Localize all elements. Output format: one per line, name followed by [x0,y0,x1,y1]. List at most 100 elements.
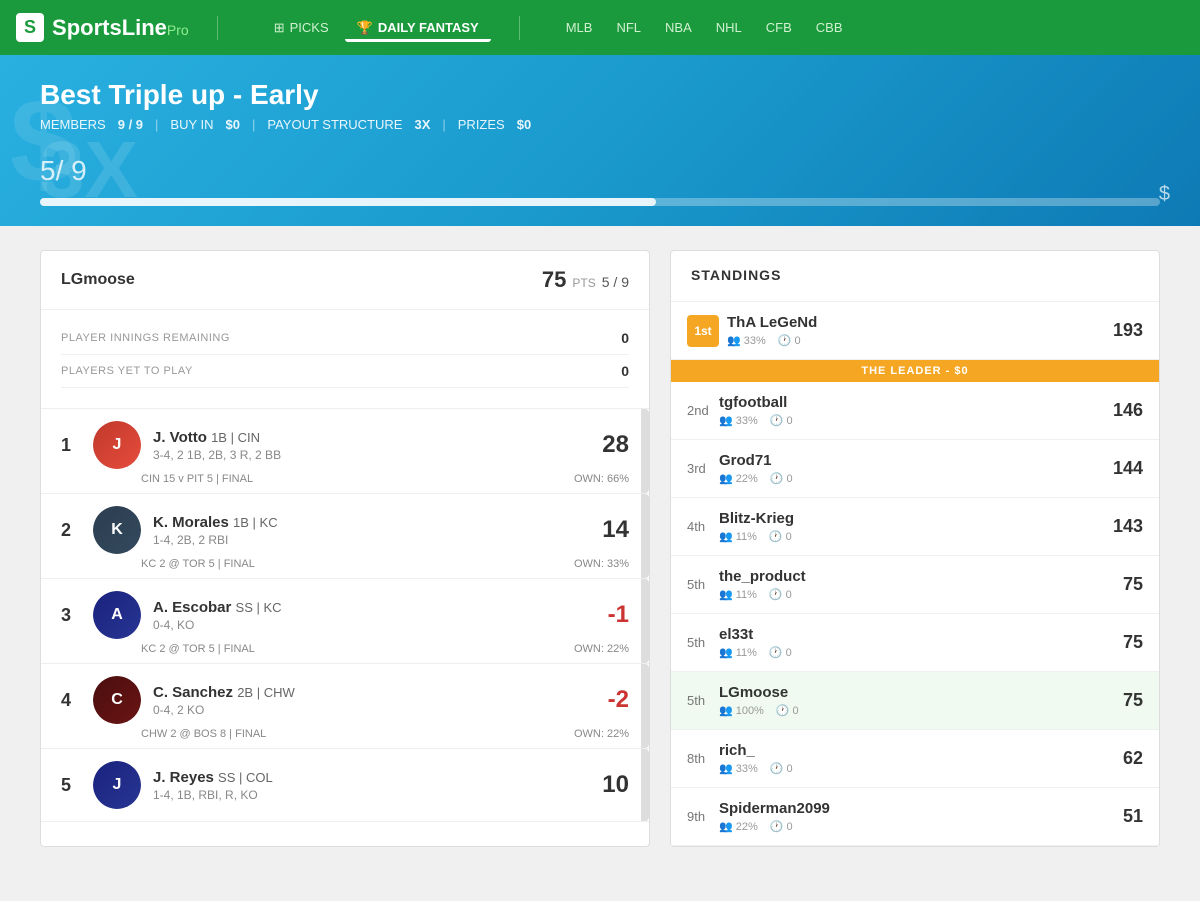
nav-picks[interactable]: ⊞ PICKS [262,14,341,42]
player-own: OWN: 22% [574,643,629,655]
player-avatar: K [93,506,141,554]
timer-item: 🕐 0 [770,414,793,427]
player-name: A. Escobar SS | KC [153,599,596,616]
side-bar [641,749,649,821]
grid-icon: ⊞ [274,20,285,36]
player-stats: 0-4, KO [153,618,596,632]
nav-cfb[interactable]: CFB [756,14,802,41]
standing-score: 193 [1113,320,1143,341]
standing-name: Blitz-Krieg [719,510,1113,527]
standing-score: 146 [1113,400,1143,421]
player-row: 5 J J. Reyes SS | COL 1-4, 1B, RBI, R, K… [41,748,649,822]
nav-mlb[interactable]: MLB [556,14,603,41]
player-number: 5 [61,775,81,796]
standing-row: 8th rich_ 👥 33% 🕐 0 62 [671,730,1159,788]
nav-cbb[interactable]: CBB [806,14,853,41]
player-own: OWN: 66% [574,473,629,485]
rank-text: 9th [687,809,719,824]
timer-item: 🕐 0 [770,762,793,775]
trophy-icon: 🏆 [357,20,373,36]
player-number: 3 [61,605,81,626]
progress-bar [40,198,1160,206]
player-info: K. Morales 1B | KC 1-4, 2B, 2 RBI [153,514,590,547]
standing-score: 62 [1123,748,1143,769]
standing-meta: 👥 11% 🕐 0 [719,588,1123,601]
nav-nhl[interactable]: NHL [706,14,752,41]
player-name: K. Morales 1B | KC [153,514,590,531]
player-avatar: C [93,676,141,724]
logo-name: SportsLinePro [52,15,189,41]
banner-meta: MEMBERS 9 / 9 | BUY IN $0 | PAYOUT STRUC… [40,117,1160,132]
clock-icon: 🕐 [776,704,790,717]
nav-nfl[interactable]: NFL [606,14,651,41]
people-icon: 👥 [719,414,733,427]
people-icon: 👥 [727,334,741,347]
clock-icon: 🕐 [770,414,784,427]
standing-row: 2nd tgfootball 👥 33% 🕐 0 146 [671,382,1159,440]
banner-title: Best Triple up - Early [40,79,1160,111]
people-icon: 👥 [719,820,733,833]
ownership-item: 👥 33% [727,334,766,347]
logo[interactable]: S SportsLinePro [16,13,189,42]
standing-score: 75 [1123,632,1143,653]
player-stats: 0-4, 2 KO [153,703,596,717]
player-game: KC 2 @ TOR 5 | FINAL [141,643,255,655]
player-number: 4 [61,690,81,711]
standing-meta: 👥 22% 🕐 0 [719,472,1113,485]
player-avatar: J [93,761,141,809]
prizes-label: PRIZES [458,117,505,132]
people-icon: 👥 [719,704,733,717]
payout-value: 3X [414,117,430,132]
standing-row: 5th el33t 👥 11% 🕐 0 75 [671,614,1159,672]
player-score: 14 [602,516,629,544]
player-number: 2 [61,520,81,541]
player-stats: 1-4, 2B, 2 RBI [153,533,590,547]
standing-row-first: 1st ThA LeGeNd 👥 33% 🕐 0 193 [671,302,1159,360]
yet-to-play-value: 0 [621,363,629,379]
player-row: 2 K K. Morales 1B | KC 1-4, 2B, 2 RBI 14… [41,493,649,578]
player-score: -2 [608,686,629,714]
rank-text: 5th [687,635,719,650]
clock-icon: 🕐 [769,530,783,543]
nav: ⊞ PICKS 🏆 DAILY FANTASY [262,14,491,42]
standing-score: 51 [1123,806,1143,827]
nav-divider [217,16,218,40]
nav-divider-2 [519,16,520,40]
player-game: CHW 2 @ BOS 8 | FINAL [141,728,266,740]
rank-badge: 1st [687,315,719,347]
player-own: OWN: 22% [574,728,629,740]
player-row: 3 A A. Escobar SS | KC 0-4, KO -1 KC 2 @… [41,578,649,663]
nav-daily-fantasy[interactable]: 🏆 DAILY FANTASY [345,14,491,42]
clock-icon: 🕐 [770,762,784,775]
panel-pts: 75 [542,267,566,293]
standing-row: 9th Spiderman2099 👥 22% 🕐 0 51 [671,788,1159,846]
panel-username: LGmoose [61,271,135,289]
panel-rank: 5 / 9 [602,274,629,290]
player-info: J. Reyes SS | COL 1-4, 1B, RBI, R, KO [153,769,590,802]
side-bar [641,409,649,493]
rank-text: 3rd [687,461,719,476]
ownership-item: 👥 100% [719,704,764,717]
timer-item: 🕐 0 [769,588,792,601]
standing-name: Spiderman2099 [719,800,1123,817]
standing-name: el33t [719,626,1123,643]
nav-nba[interactable]: NBA [655,14,702,41]
rank-text: 5th [687,577,719,592]
people-icon: 👥 [719,472,733,485]
standing-name: rich_ [719,742,1123,759]
player-name: J. Votto 1B | CIN [153,429,590,446]
player-row: 4 C C. Sanchez 2B | CHW 0-4, 2 KO -2 CHW… [41,663,649,748]
timer-item: 🕐 0 [776,704,799,717]
standing-info: the_product 👥 11% 🕐 0 [719,568,1123,601]
sports-nav: MLB NFL NBA NHL CFB CBB [556,14,853,41]
standings-title: STANDINGS [691,267,781,283]
standing-row: 5th LGmoose 👥 100% 🕐 0 75 [671,672,1159,730]
ownership-item: 👥 11% [719,588,757,601]
ownership-item: 👥 33% [719,414,758,427]
player-footer: KC 2 @ TOR 5 | FINAL OWN: 22% [61,643,629,655]
main-content: LGmoose 75 PTS 5 / 9 PLAYER INNINGS REMA… [0,226,1200,871]
standing-score: 75 [1123,574,1143,595]
buyin-value: $0 [226,117,240,132]
player-info: C. Sanchez 2B | CHW 0-4, 2 KO [153,684,596,717]
side-bar [641,664,649,748]
